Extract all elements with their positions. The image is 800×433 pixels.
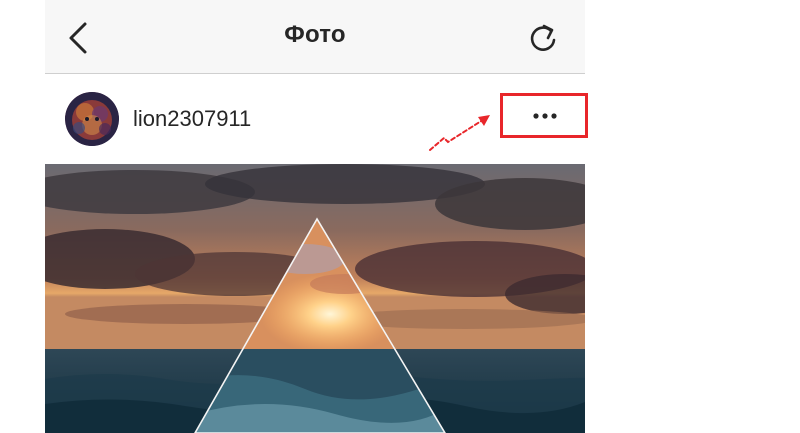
refresh-button[interactable]	[527, 20, 559, 56]
post-photo[interactable]	[45, 164, 585, 433]
page-title: Фото	[284, 21, 346, 48]
sunset-sea-triangle-image	[45, 164, 585, 433]
instagram-photo-screen: Фото lion2307911	[45, 0, 585, 433]
more-options-button[interactable]	[501, 93, 585, 138]
refresh-icon	[530, 24, 556, 51]
avatar[interactable]	[65, 92, 119, 146]
post-header: lion2307911	[45, 74, 585, 164]
lion-avatar-image	[65, 92, 119, 146]
top-navigation-bar: Фото	[45, 0, 585, 74]
more-dots-icon	[533, 112, 557, 119]
blank-area	[585, 0, 800, 433]
username-link[interactable]: lion2307911	[133, 106, 251, 132]
